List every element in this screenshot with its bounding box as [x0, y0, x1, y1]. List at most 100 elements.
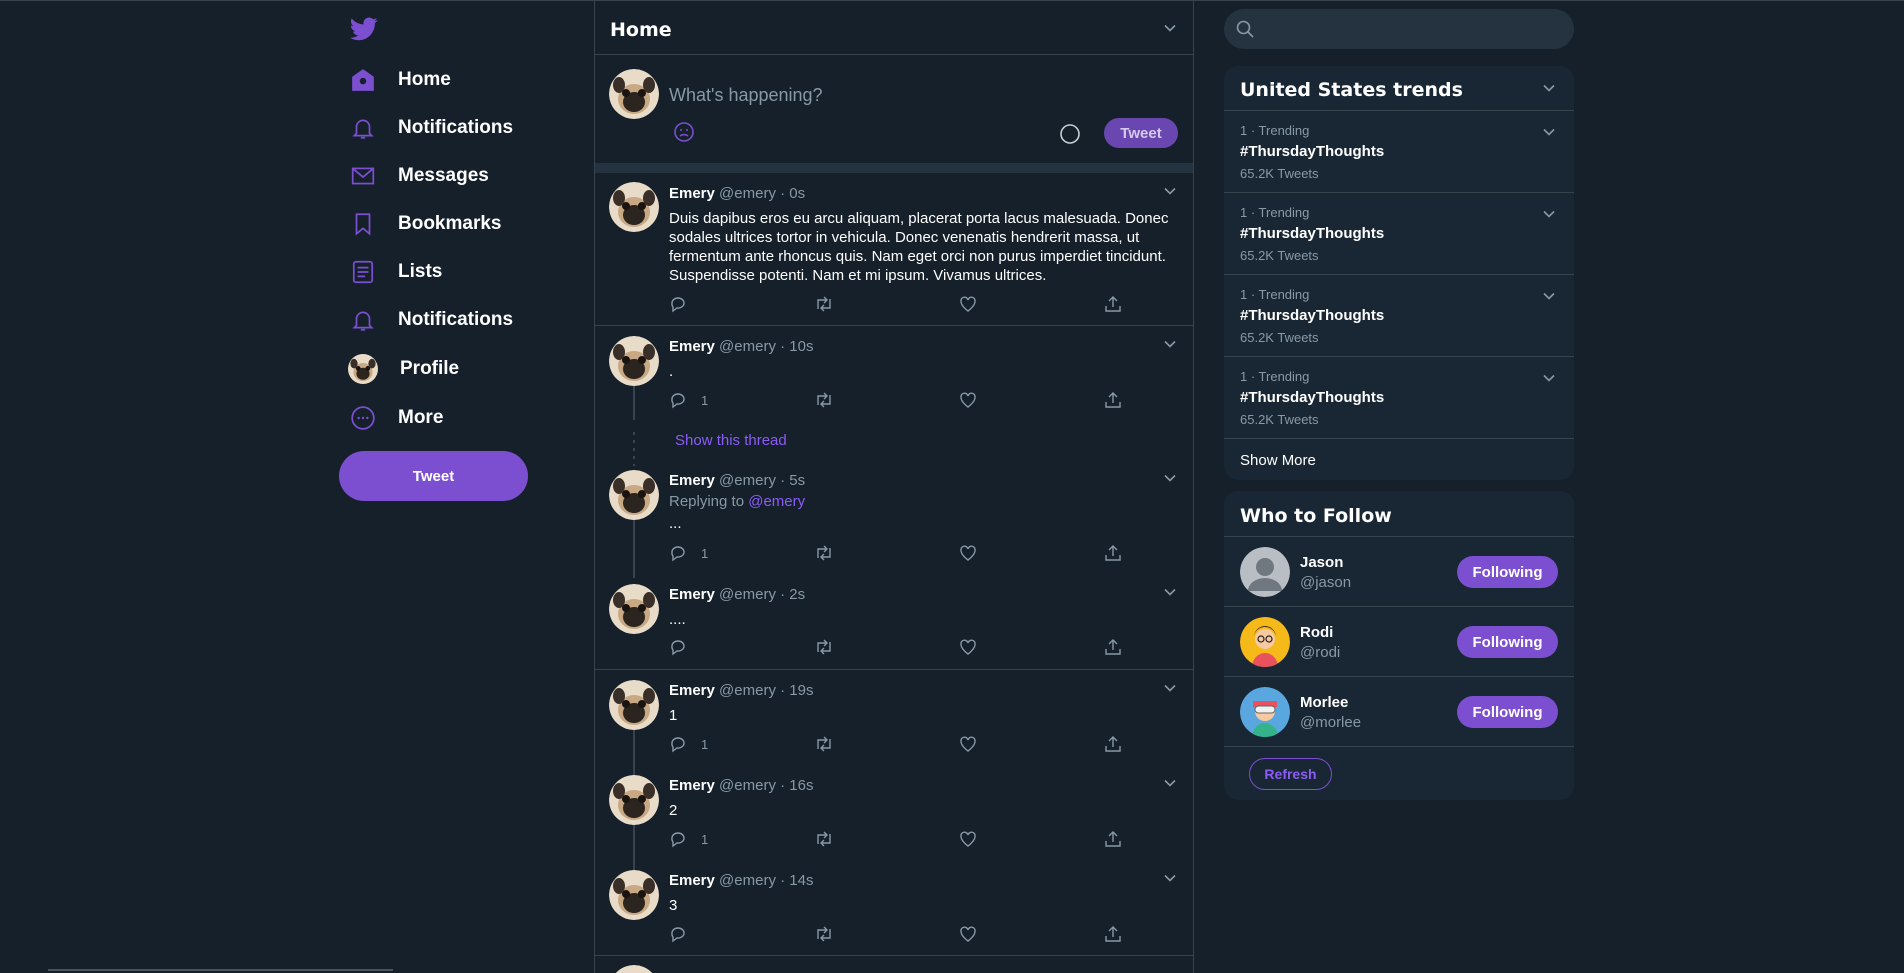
tweet[interactable]: Emery @emery · 14s 3 [595, 860, 1193, 955]
tweet-text: 1 [669, 707, 678, 724]
like-button[interactable] [959, 638, 977, 656]
following-button[interactable]: Following [1457, 696, 1558, 728]
reply-button[interactable] [669, 925, 701, 943]
share-button[interactable] [1104, 391, 1122, 409]
reply-button[interactable]: 1 [669, 544, 708, 562]
nav-label: Messages [398, 165, 489, 186]
tweet-actions [669, 638, 1149, 658]
trend-item[interactable]: 1 · Trending #ThursdayThoughts 65.2K Twe… [1224, 356, 1574, 438]
tweet[interactable]: Emery @emery · 16s 2 1 [595, 765, 1193, 860]
tweet[interactable]: Emery @emery · 2s .... [595, 574, 1193, 668]
avatar [1240, 617, 1290, 667]
follow-item[interactable]: Morlee @morlee Following [1224, 676, 1574, 746]
like-button[interactable] [959, 544, 977, 562]
chevron-down-icon[interactable] [1542, 371, 1556, 385]
tweet[interactable]: Emery @emery · 10s . 1 [595, 326, 1193, 422]
chevron-down-icon[interactable] [1542, 289, 1556, 303]
nav-home[interactable]: Home [350, 60, 451, 100]
chevron-down-icon[interactable] [1163, 471, 1177, 485]
retweet-button[interactable] [814, 295, 834, 313]
nav-lists[interactable]: Lists [350, 252, 442, 292]
tweet-author[interactable]: Emery @emery · 10s [669, 338, 813, 355]
divider [1224, 438, 1574, 439]
nav-bookmarks[interactable]: Bookmarks [350, 204, 502, 244]
chevron-down-icon[interactable] [1163, 184, 1177, 198]
trend-count: 65.2K Tweets [1240, 248, 1319, 263]
trend-item[interactable]: 1 · Trending #ThursdayThoughts 65.2K Twe… [1224, 192, 1574, 274]
like-button[interactable] [959, 830, 977, 848]
search-input[interactable] [1224, 9, 1574, 49]
reply-button[interactable]: 1 [669, 391, 708, 409]
tweet-author[interactable]: Emery @emery · 14s [669, 872, 813, 889]
heart-icon [960, 639, 976, 655]
share-button[interactable] [1104, 295, 1122, 313]
tweet-author[interactable]: Emery @emery · 5s [669, 472, 805, 489]
tweet-author[interactable]: Emery @emery · 19s [669, 682, 813, 699]
tweet-button[interactable]: Tweet [339, 451, 528, 501]
compose-tweet-button[interactable]: Tweet [1104, 118, 1178, 148]
nav-messages[interactable]: Messages [350, 156, 489, 196]
author-meta: @emery · 10s [719, 338, 814, 355]
share-button[interactable] [1104, 830, 1122, 848]
chevron-down-icon[interactable] [1163, 776, 1177, 790]
nav-notifications[interactable]: Notifications [350, 108, 513, 148]
bell-icon [350, 115, 376, 141]
tweet[interactable]: Emery @emery · 0s Duis dapibus eros eu a… [595, 173, 1193, 324]
like-button[interactable] [959, 925, 977, 943]
follow-item[interactable]: Rodi @rodi Following [1224, 606, 1574, 676]
trend-item[interactable]: 1 · Trending #ThursdayThoughts 65.2K Twe… [1224, 110, 1574, 192]
share-button[interactable] [1104, 925, 1122, 943]
nav-profile[interactable]: Profile [348, 349, 460, 389]
trend-meta: 1 · Trending [1240, 287, 1310, 302]
replying-handle-link[interactable]: @emery [748, 493, 805, 510]
reply-button[interactable] [669, 638, 701, 656]
like-button[interactable] [959, 295, 977, 313]
follow-item[interactable]: Jason @jason Following [1224, 536, 1574, 606]
chevron-down-icon[interactable] [1163, 585, 1177, 599]
share-button[interactable] [1104, 735, 1122, 753]
chevron-down-icon[interactable] [1542, 125, 1556, 139]
timeline: Home What's happening? Tweet Emery @emer… [594, 0, 1194, 973]
retweet-button[interactable] [814, 735, 834, 753]
chevron-down-icon[interactable] [1542, 207, 1556, 221]
like-button[interactable] [959, 391, 977, 409]
nav-label: Home [398, 69, 451, 90]
chevron-down-icon[interactable] [1542, 81, 1556, 95]
nav-more[interactable]: More [350, 398, 443, 438]
avatar [1240, 687, 1290, 737]
chevron-down-icon[interactable] [1163, 337, 1177, 351]
reply-button[interactable]: 1 [669, 735, 708, 753]
nav-label: Profile [400, 358, 460, 379]
retweet-button[interactable] [814, 391, 834, 409]
tweet-author[interactable]: Emery @emery · 0s [669, 185, 805, 202]
share-button[interactable] [1104, 638, 1122, 656]
trend-item[interactable]: 1 · Trending #ThursdayThoughts 65.2K Twe… [1224, 274, 1574, 356]
tweet-author[interactable]: Emery @emery · 16s [669, 777, 813, 794]
retweet-button[interactable] [814, 638, 834, 656]
trend-hashtag: #ThursdayThoughts [1240, 307, 1385, 324]
tweet[interactable]: Emery @emery · 5s Replying to @emery ...… [595, 460, 1193, 570]
nav-notifications-2[interactable]: Notifications [350, 300, 513, 340]
show-thread-link[interactable]: Show this thread [675, 432, 787, 449]
emoji-icon[interactable] [673, 121, 695, 143]
tweet[interactable]: Emery @emery · 19s 1 1 [595, 670, 1193, 765]
share-button[interactable] [1104, 544, 1122, 562]
show-more-link[interactable]: Show More [1240, 452, 1316, 469]
chevron-down-icon[interactable] [1163, 21, 1177, 35]
like-button[interactable] [959, 735, 977, 753]
retweet-button[interactable] [814, 544, 834, 562]
retweet-button[interactable] [814, 925, 834, 943]
reply-button[interactable] [669, 295, 701, 313]
trend-hashtag: #ThursdayThoughts [1240, 225, 1385, 242]
compose-input[interactable]: What's happening? [669, 85, 823, 106]
chevron-down-icon[interactable] [1163, 681, 1177, 695]
refresh-button[interactable]: Refresh [1249, 758, 1332, 790]
chevron-down-icon[interactable] [1163, 871, 1177, 885]
tweet-author[interactable]: Emery @emery · 2s [669, 586, 805, 603]
horizontal-scrollbar[interactable] [48, 969, 393, 971]
retweet-button[interactable] [814, 830, 834, 848]
reply-button[interactable]: 1 [669, 830, 708, 848]
bird-icon[interactable] [350, 17, 378, 41]
following-button[interactable]: Following [1457, 626, 1558, 658]
following-button[interactable]: Following [1457, 556, 1558, 588]
